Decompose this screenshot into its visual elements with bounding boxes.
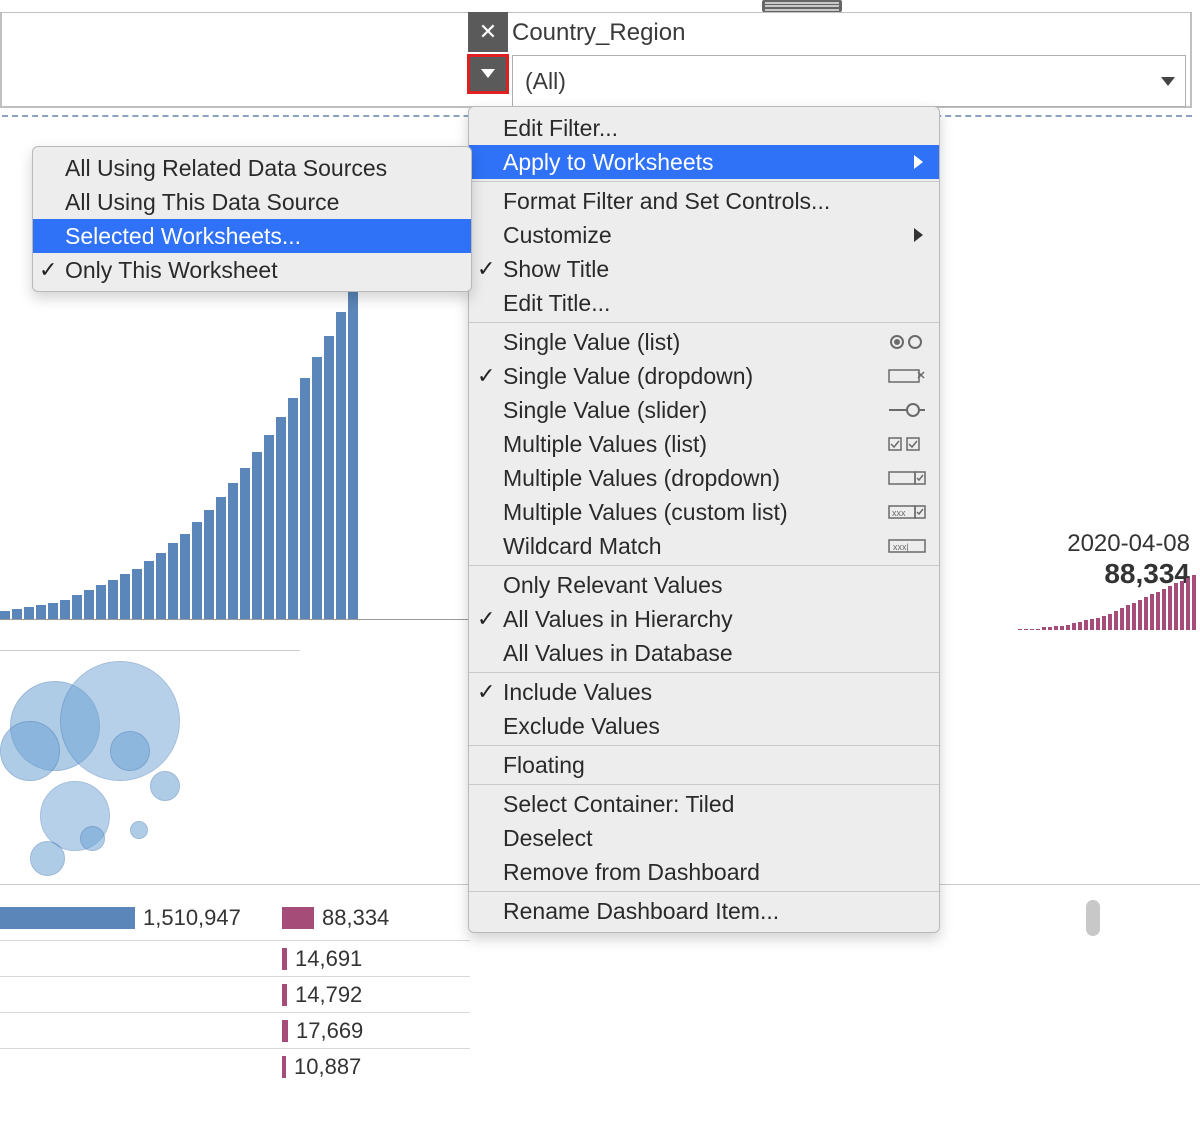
check-icon: ✓	[39, 257, 57, 283]
svg-text:xxx|: xxx|	[893, 542, 909, 552]
table-row[interactable]: 17,669	[0, 1012, 470, 1048]
deaths-value: 14,691	[295, 946, 362, 972]
menu-item-label: Apply to Worksheets	[503, 149, 714, 176]
menu-item-label: Format Filter and Set Controls...	[503, 188, 830, 215]
menu-item[interactable]: All Values in Database	[469, 636, 939, 670]
check-icon: ✓	[477, 256, 495, 282]
menu-item-label: Only Relevant Values	[503, 572, 722, 599]
filter-card: ✕ Country_Region (All)	[0, 12, 1192, 108]
confirmed-trend-chart	[0, 280, 470, 620]
filter-dropdown[interactable]: (All)	[512, 55, 1186, 107]
menu-item[interactable]: Format Filter and Set Controls...	[469, 184, 939, 218]
map-chart	[0, 650, 300, 870]
menu-item[interactable]: Floating	[469, 748, 939, 782]
chevron-down-icon	[1161, 77, 1175, 86]
menu-item-label: Edit Filter...	[503, 115, 618, 142]
close-filter-button[interactable]: ✕	[468, 12, 508, 52]
filter-field-name: Country_Region	[512, 19, 685, 47]
menu-item-label: Customize	[503, 222, 612, 249]
menu-item[interactable]: Single Value (slider)	[469, 393, 939, 427]
menu-item[interactable]: Rename Dashboard Item...	[469, 894, 939, 928]
kpi-date: 2020-04-08	[1067, 530, 1190, 558]
menu-item[interactable]: Multiple Values (list)	[469, 427, 939, 461]
slider-icon	[887, 399, 927, 419]
menu-item[interactable]: Apply to Worksheets	[469, 145, 939, 179]
deaths-value: 14,792	[295, 982, 362, 1008]
deaths-value: 17,669	[296, 1018, 363, 1044]
table-row[interactable]: 10,887	[0, 1048, 470, 1084]
menu-item-label: Single Value (list)	[503, 329, 680, 356]
menu-item[interactable]: ✓ All Values in Hierarchy	[469, 602, 939, 636]
menu-item[interactable]: Customize	[469, 218, 939, 252]
menu-item[interactable]: Wildcard Match xxx|	[469, 529, 939, 563]
menu-item-label: Deselect	[503, 825, 592, 852]
radio-icon	[887, 331, 927, 351]
menu-item[interactable]: Multiple Values (custom list) xxx	[469, 495, 939, 529]
country-stat-rows: 1,510,947 88,334 14,691 14,792 17,669 10,887	[0, 896, 470, 1084]
check-icon: ✓	[477, 679, 495, 705]
menu-item-label: Wildcard Match	[503, 533, 661, 560]
submenu-item-label: Selected Worksheets...	[65, 223, 301, 250]
customlist-icon: xxx	[887, 501, 927, 521]
chevron-right-icon	[914, 228, 923, 242]
confirmed-value: 1,510,947	[143, 905, 241, 931]
menu-item[interactable]: Edit Filter...	[469, 111, 939, 145]
menu-item[interactable]: ✓ Show Title	[469, 252, 939, 286]
menu-item[interactable]: Exclude Values	[469, 709, 939, 743]
menu-item-label: Select Container: Tiled	[503, 791, 734, 818]
menu-item[interactable]: Select Container: Tiled	[469, 787, 939, 821]
menu-item-label: Edit Title...	[503, 290, 610, 317]
menu-item-label: Single Value (slider)	[503, 397, 707, 424]
menu-item-label: Show Title	[503, 256, 609, 283]
chevron-right-icon	[914, 155, 923, 169]
wildcard-icon: xxx|	[887, 535, 927, 555]
menu-item-label: Multiple Values (dropdown)	[503, 465, 780, 492]
menu-item[interactable]: Deselect	[469, 821, 939, 855]
menu-item-label: All Values in Database	[503, 640, 733, 667]
menu-item[interactable]: Single Value (list)	[469, 325, 939, 359]
submenu-item-label: All Using Related Data Sources	[65, 155, 387, 182]
filter-selected-value: (All)	[525, 68, 566, 95]
submenu-item-label: All Using This Data Source	[65, 189, 339, 216]
table-row[interactable]: 14,792	[0, 976, 470, 1012]
submenu-item-label: Only This Worksheet	[65, 257, 278, 284]
menu-item-label: All Values in Hierarchy	[503, 606, 733, 633]
menu-item-label: Multiple Values (custom list)	[503, 499, 788, 526]
menu-item[interactable]: Remove from Dashboard	[469, 855, 939, 889]
window-drag-handle[interactable]	[762, 0, 842, 12]
deaths-value: 88,334	[322, 905, 389, 931]
menu-item-label: Multiple Values (list)	[503, 431, 707, 458]
table-row[interactable]: 1,510,947 88,334	[0, 896, 470, 940]
filter-menu-trigger[interactable]	[467, 54, 509, 94]
checks-icon	[887, 433, 927, 453]
deaths-trend-chart	[936, 560, 1196, 630]
submenu-item[interactable]: All Using Related Data Sources	[33, 151, 471, 185]
menu-item[interactable]: Multiple Values (dropdown)	[469, 461, 939, 495]
menu-item-label: Remove from Dashboard	[503, 859, 760, 886]
menu-item-label: Rename Dashboard Item...	[503, 898, 779, 925]
submenu-item[interactable]: ✓ Only This Worksheet	[33, 253, 471, 287]
menu-item[interactable]: Only Relevant Values	[469, 568, 939, 602]
deaths-value: 10,887	[294, 1054, 361, 1080]
scrollbar-thumb[interactable]	[1086, 900, 1100, 936]
submenu-item[interactable]: Selected Worksheets...	[33, 219, 471, 253]
menu-item-label: Single Value (dropdown)	[503, 363, 753, 390]
filter-context-menu: Edit Filter... Apply to Worksheets Format …	[468, 106, 940, 933]
svg-text:xxx: xxx	[892, 508, 906, 518]
table-row[interactable]: 14,691	[0, 940, 470, 976]
menu-item[interactable]: Edit Title...	[469, 286, 939, 320]
apply-to-worksheets-submenu: All Using Related Data Sources All Using …	[32, 146, 472, 292]
dropdown-icon	[887, 365, 927, 385]
check-icon: ✓	[477, 363, 495, 389]
dropcheck-icon	[887, 467, 927, 487]
menu-item-label: Include Values	[503, 679, 652, 706]
menu-item-label: Exclude Values	[503, 713, 660, 740]
menu-item[interactable]: ✓ Include Values	[469, 675, 939, 709]
menu-item[interactable]: ✓ Single Value (dropdown)	[469, 359, 939, 393]
submenu-item[interactable]: All Using This Data Source	[33, 185, 471, 219]
menu-item-label: Floating	[503, 752, 585, 779]
check-icon: ✓	[477, 606, 495, 632]
